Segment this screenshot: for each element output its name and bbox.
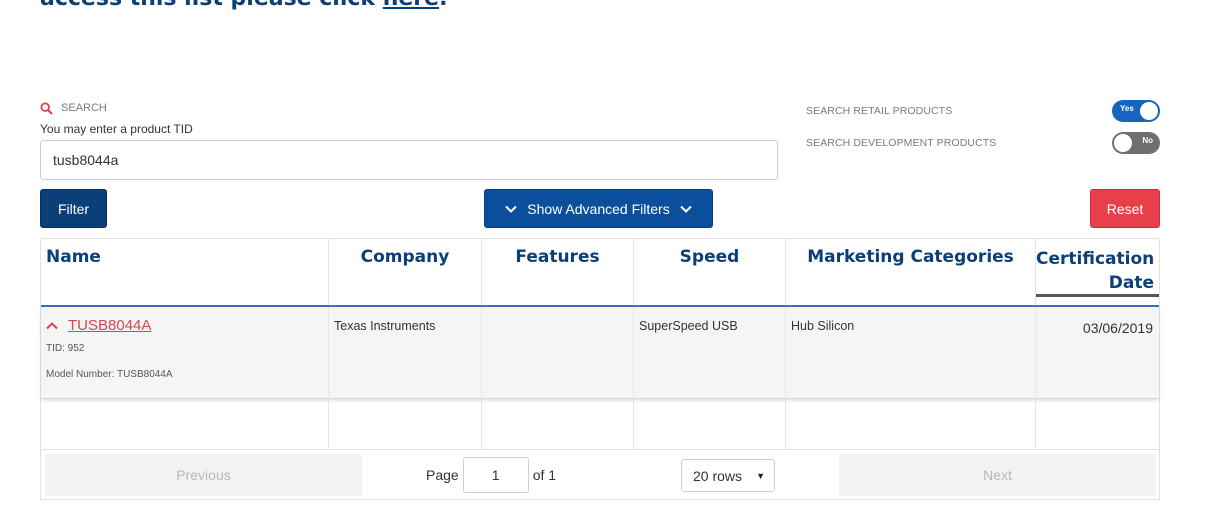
empty-cell — [482, 399, 634, 449]
empty-cell — [41, 399, 329, 449]
development-products-toggle[interactable]: No — [1112, 132, 1160, 154]
reset-button[interactable]: Reset — [1090, 189, 1160, 228]
search-section-title: SEARCH — [61, 102, 107, 114]
page-total: of 1 — [532, 467, 557, 483]
advanced-filters-label: Show Advanced Filters — [527, 200, 670, 217]
heading-suffix: . — [439, 0, 447, 11]
cell-marketing-categories: Hub Silicon — [786, 307, 1036, 399]
chevron-up-icon[interactable] — [46, 321, 58, 330]
heading-text: access this list please click — [40, 0, 383, 11]
development-products-label: SEARCH DEVELOPMENT PRODUCTS — [806, 137, 997, 149]
column-header-speed[interactable]: Speed — [634, 239, 786, 305]
cell-certification-date: 03/06/2019 — [1082, 320, 1153, 336]
toggle-knob — [1114, 134, 1132, 152]
development-toggle-state: No — [1142, 136, 1153, 145]
products-table: Name Company Features Speed Marketing Ca… — [40, 238, 1160, 500]
page-number-input[interactable] — [462, 457, 529, 493]
search-icon — [40, 101, 53, 115]
chevron-down-icon — [505, 205, 518, 213]
cert-header-line1: Certification — [1036, 249, 1155, 269]
empty-cell — [786, 399, 1036, 449]
search-label: SEARCH — [40, 100, 778, 116]
heading-here-link[interactable]: here — [383, 0, 439, 11]
advanced-filters-button[interactable]: Show Advanced Filters — [484, 189, 713, 228]
cell-features — [482, 307, 634, 399]
cell-company: Texas Instruments — [329, 307, 482, 399]
product-tid: TID: 952 — [46, 343, 85, 354]
next-page-button[interactable]: Next — [839, 454, 1156, 496]
search-input[interactable] — [40, 140, 778, 180]
product-link[interactable]: TUSB8044A — [68, 317, 151, 334]
search-hint: You may enter a product TID — [40, 122, 193, 136]
table-row[interactable]: TUSB8044A TID: 952 Model Number: TUSB804… — [41, 307, 1159, 399]
cell-speed: SuperSpeed USB — [634, 307, 786, 399]
previous-page-button[interactable]: Previous — [45, 454, 362, 496]
page-label: Page — [426, 467, 459, 483]
empty-table-row — [41, 399, 1159, 449]
page-info: Page of 1 — [426, 457, 556, 493]
dropdown-arrow-icon: ▼ — [756, 470, 765, 481]
cert-header-line2: Date — [1108, 273, 1154, 293]
pagination-bar: Previous Page of 1 20 rows ▼ Next — [41, 449, 1159, 499]
column-header-name[interactable]: Name — [41, 239, 329, 305]
retail-products-toggle-row: SEARCH RETAIL PRODUCTS Yes — [806, 100, 1160, 122]
search-section: SEARCH You may enter a product TID — [40, 100, 778, 180]
rows-per-page-select[interactable]: 20 rows ▼ — [681, 459, 775, 492]
column-header-certification-date[interactable]: Certification Date — [1036, 239, 1159, 305]
toggle-knob — [1140, 102, 1158, 120]
column-header-company[interactable]: Company — [329, 239, 482, 305]
development-products-toggle-row: SEARCH DEVELOPMENT PRODUCTS No — [806, 132, 1160, 154]
column-header-features[interactable]: Features — [482, 239, 634, 305]
empty-cell — [634, 399, 786, 449]
product-model-number: Model Number: TUSB8044A — [46, 369, 173, 380]
chevron-down-icon — [679, 205, 692, 213]
retail-products-label: SEARCH RETAIL PRODUCTS — [806, 105, 953, 117]
rows-per-page-value: 20 rows — [693, 467, 743, 484]
column-header-marketing-categories[interactable]: Marketing Categories — [786, 239, 1036, 305]
cell-name: TUSB8044A TID: 952 Model Number: TUSB804… — [41, 307, 329, 399]
page-heading: access this list please click here. — [40, 0, 447, 11]
retail-products-toggle[interactable]: Yes — [1112, 100, 1160, 122]
filter-button[interactable]: Filter — [40, 189, 107, 228]
retail-toggle-state: Yes — [1120, 104, 1134, 113]
empty-cell — [329, 399, 482, 449]
sort-indicator — [1036, 294, 1159, 297]
table-header: Name Company Features Speed Marketing Ca… — [41, 239, 1159, 307]
